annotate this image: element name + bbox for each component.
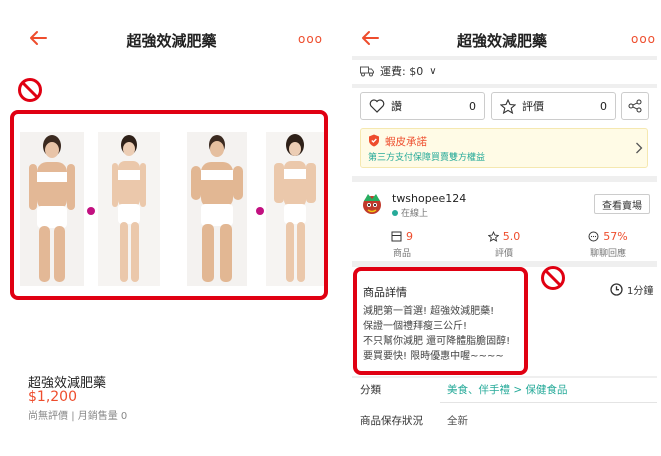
divider xyxy=(352,56,657,60)
more-options-icon[interactable]: ooo xyxy=(631,32,656,46)
transition-marker xyxy=(87,207,95,215)
description-line: 不只幫你減肥 還可降體脂膽固醇! xyxy=(363,336,511,347)
share-icon xyxy=(628,99,642,113)
divider xyxy=(352,376,657,378)
review-button[interactable]: 評價 0 xyxy=(491,92,616,120)
product-description: 商品詳情 減肥第一首選! 超強效減肥藥! 保證一個禮拜瘦三公斤! 不只幫你減肥 … xyxy=(353,267,528,375)
shop-name[interactable]: twshopee124 xyxy=(392,192,466,205)
prohibited-sign-icon xyxy=(18,78,42,102)
category-link[interactable]: 美食、伴手禮 xyxy=(447,384,510,396)
shop-online-status: 在線上 xyxy=(392,206,428,219)
product-image-gallery[interactable] xyxy=(10,110,328,300)
shipping-fee: 運費: $0 xyxy=(380,65,424,78)
product-sales-info: 尚無評價 | 月銷售量 0 xyxy=(28,407,127,422)
read-time-value: 1分鐘 xyxy=(627,286,654,297)
condition-label: 商品保存狀況 xyxy=(360,415,423,427)
page-title: 超強效減肥藥 xyxy=(126,32,217,50)
category-link[interactable]: 保健食品 xyxy=(525,384,567,396)
like-count: 0 xyxy=(469,99,476,113)
transition-marker xyxy=(256,207,264,215)
review-label: 評價 xyxy=(522,100,544,113)
description-title: 商品詳情 xyxy=(363,286,407,299)
after-photo-2 xyxy=(266,132,324,286)
shop-stat-rating[interactable]: 5.0 評價 xyxy=(464,230,544,259)
stat-label: 聊聊回應 xyxy=(589,249,626,259)
stat-label: 評價 xyxy=(494,249,513,259)
shop-stat-chat-response[interactable]: 57% 聊聊回應 xyxy=(568,230,648,259)
status-text: 在線上 xyxy=(401,209,429,219)
shop-avatar[interactable] xyxy=(360,192,384,216)
stat-value: 5.0 xyxy=(502,230,521,243)
guarantee-title: 蝦皮承諾 xyxy=(385,136,427,148)
online-dot xyxy=(392,209,398,216)
prohibited-sign-icon xyxy=(541,266,565,290)
truck-icon xyxy=(360,66,374,76)
after-photo-1 xyxy=(98,132,160,286)
stat-label: 商品 xyxy=(392,249,411,259)
share-button[interactable] xyxy=(621,92,649,120)
chevron-down-icon: ∨ xyxy=(429,65,437,77)
stat-value: 57% xyxy=(603,230,628,243)
description-line: 要買要快! 限時優惠中喔~~~~ xyxy=(363,351,504,362)
review-count: 0 xyxy=(600,99,607,113)
sold-label: 月銷售量 0 xyxy=(77,411,128,422)
read-time: 1分鐘 xyxy=(610,282,653,297)
clock-icon xyxy=(610,283,623,296)
condition-value: 全新 xyxy=(447,415,468,427)
shop-stat-products[interactable]: 9 商品 xyxy=(362,230,442,259)
shopee-guarantee-banner[interactable]: 蝦皮承諾 第三方支付保障買賣雙方權益 xyxy=(360,128,648,168)
heart-icon xyxy=(369,99,385,113)
category-separator: > xyxy=(510,384,526,396)
chevron-right-icon xyxy=(636,142,643,154)
category-label: 分類 xyxy=(360,384,381,396)
category-breadcrumb: 美食、伴手禮 > 保健食品 xyxy=(447,382,567,397)
divider xyxy=(440,402,657,403)
stat-value: 9 xyxy=(406,230,413,243)
like-label: 讚 xyxy=(391,100,402,113)
more-options-icon[interactable]: ooo xyxy=(298,32,323,46)
star-icon xyxy=(487,231,499,242)
before-photo-2 xyxy=(187,132,247,286)
star-outline-icon xyxy=(500,98,516,114)
box-icon xyxy=(391,231,402,242)
divider xyxy=(352,84,657,88)
like-button[interactable]: 讚 0 xyxy=(360,92,485,120)
product-price: $1,200 xyxy=(28,389,77,405)
description-line: 減肥第一首選! 超強效減肥藥! xyxy=(363,306,495,317)
guarantee-subtitle: 第三方支付保障買賣雙方權益 xyxy=(368,153,486,163)
view-shop-button[interactable]: 查看賣場 xyxy=(594,194,650,214)
divider xyxy=(352,176,657,182)
page-title: 超強效減肥藥 xyxy=(456,32,547,50)
description-line: 保證一個禮拜瘦三公斤! xyxy=(363,321,468,332)
before-photo-1 xyxy=(20,132,84,286)
chat-icon xyxy=(588,231,599,242)
separator: | xyxy=(71,411,75,422)
shield-icon xyxy=(369,134,379,147)
shipping-row[interactable]: 運費: $0 ∨ xyxy=(360,63,437,79)
ratings-label: 尚無評價 xyxy=(28,411,68,422)
